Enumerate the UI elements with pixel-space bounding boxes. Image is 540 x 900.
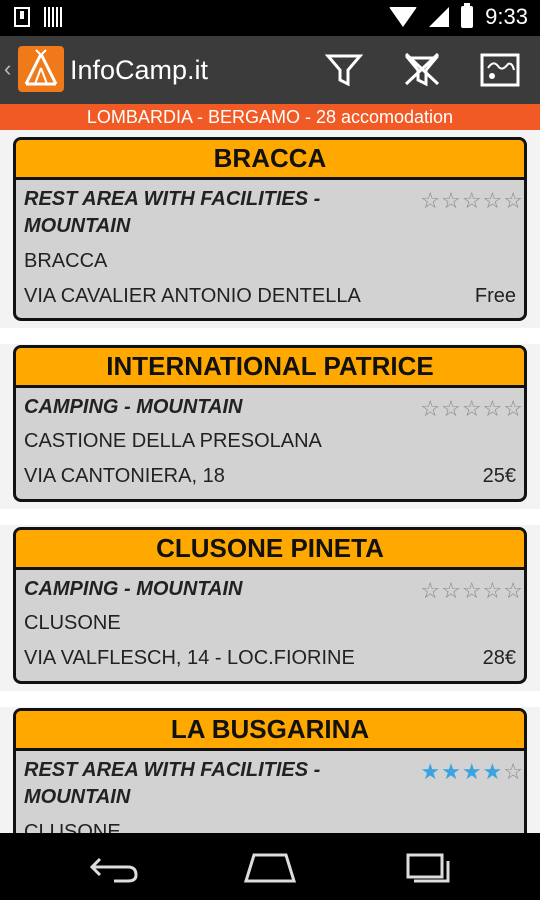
listing-name: INTERNATIONAL PATRICE xyxy=(16,348,524,388)
listing-list[interactable]: BRACCA REST AREA WITH FACILITIES - MOUNT… xyxy=(0,130,540,833)
divider xyxy=(0,509,540,525)
status-bar: 9:33 xyxy=(0,0,540,36)
listing-city: CLUSONE xyxy=(24,821,121,833)
listing-type: REST AREA WITH FACILITIES - MOUNTAIN xyxy=(24,759,321,808)
listing-price: 28€ xyxy=(482,647,516,669)
listing-city: BRACCA xyxy=(24,250,108,272)
listing-card[interactable]: LA BUSGARINA REST AREA WITH FACILITIES -… xyxy=(13,708,527,833)
listing-price: 25€ xyxy=(482,465,516,487)
cell-signal-icon xyxy=(429,7,450,27)
app-title: InfoCamp.it xyxy=(70,55,209,85)
listing-card[interactable]: CLUSONE PINETA CAMPING - MOUNTAIN ☆☆☆☆☆ … xyxy=(13,527,527,684)
clock: 9:33 xyxy=(485,4,528,29)
wifi-icon xyxy=(389,7,418,27)
listing-type: CAMPING - MOUNTAIN xyxy=(24,396,243,418)
listing-address: VIA CAVALIER ANTONIO DENTELLA xyxy=(24,285,361,307)
listing-card[interactable]: BRACCA REST AREA WITH FACILITIES - MOUNT… xyxy=(13,137,527,321)
listing-city: CASTIONE DELLA PRESOLANA xyxy=(24,430,322,452)
rating-stars: ☆☆☆☆☆ xyxy=(420,578,524,603)
listing-type: CAMPING - MOUNTAIN xyxy=(24,578,243,600)
back-chevron-icon[interactable]: ‹ xyxy=(4,56,11,82)
clear-filter-icon[interactable] xyxy=(400,50,444,90)
rating-stars: ★★★★☆ xyxy=(420,759,524,784)
listing-type: REST AREA WITH FACILITIES - MOUNTAIN xyxy=(24,188,321,237)
listing-name: LA BUSGARINA xyxy=(16,711,524,751)
divider xyxy=(0,691,540,707)
listing-name: BRACCA xyxy=(16,140,524,180)
app-logo-tent-icon[interactable] xyxy=(18,46,64,92)
barcode-notification-icon xyxy=(44,7,62,27)
rating-stars: ☆☆☆☆☆ xyxy=(420,188,524,213)
battery-icon xyxy=(461,3,474,28)
listing-address: VIA VALFLESCH, 14 - LOC.FIORINE xyxy=(24,647,355,669)
listing-name: CLUSONE PINETA xyxy=(16,530,524,570)
filter-icon[interactable] xyxy=(322,50,366,90)
listing-card[interactable]: INTERNATIONAL PATRICE CAMPING - MOUNTAIN… xyxy=(13,345,527,502)
listing-city: CLUSONE xyxy=(24,612,121,634)
region-banner: LOMBARDIA - BERGAMO - 28 accomodation xyxy=(0,104,540,130)
back-button-icon[interactable] xyxy=(84,849,144,885)
listing-address: VIA CANTONIERA, 18 xyxy=(24,465,225,487)
navigation-bar xyxy=(0,833,540,900)
map-icon[interactable] xyxy=(478,50,522,90)
listing-price: Free xyxy=(474,285,516,307)
rating-stars: ☆☆☆☆☆ xyxy=(420,396,524,421)
divider xyxy=(0,328,540,344)
recent-apps-button-icon[interactable] xyxy=(398,849,458,885)
home-button-icon[interactable] xyxy=(240,849,300,885)
download-notification-icon xyxy=(14,7,30,27)
action-bar: ‹ InfoCamp.it xyxy=(0,36,540,104)
